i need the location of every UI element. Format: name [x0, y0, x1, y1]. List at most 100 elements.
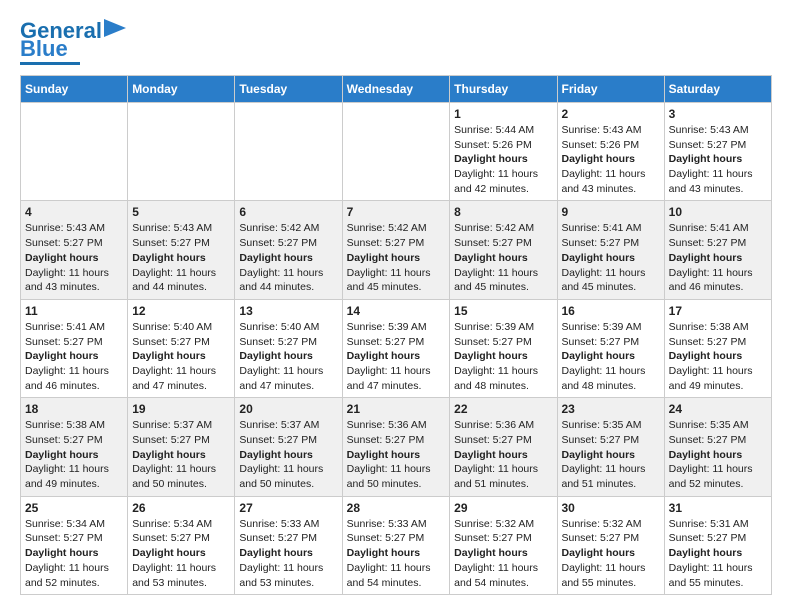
cell-info: Sunrise: 5:43 AMSunset: 5:27 PMDaylight … [25, 221, 123, 294]
day-number: 20 [239, 402, 337, 416]
day-number: 25 [25, 501, 123, 515]
cell-info: Sunrise: 5:41 AMSunset: 5:27 PMDaylight … [669, 221, 767, 294]
calendar-cell: 16 Sunrise: 5:39 AMSunset: 5:27 PMDayligh… [557, 299, 664, 397]
cell-info: Sunrise: 5:41 AMSunset: 5:27 PMDaylight … [25, 320, 123, 393]
day-number: 16 [562, 304, 660, 318]
cell-info: Sunrise: 5:42 AMSunset: 5:27 PMDaylight … [239, 221, 337, 294]
cell-info: Sunrise: 5:38 AMSunset: 5:27 PMDaylight … [25, 418, 123, 491]
calendar-week-1: 1Sunrise: 5:44 AMSunset: 5:26 PMDaylight… [21, 103, 772, 201]
day-number: 14 [347, 304, 446, 318]
calendar-cell: 6 Sunrise: 5:42 AMSunset: 5:27 PMDaylight… [235, 201, 342, 299]
day-number: 23 [562, 402, 660, 416]
calendar-cell: 26 Sunrise: 5:34 AMSunset: 5:27 PMDayligh… [128, 496, 235, 594]
calendar-cell: 18 Sunrise: 5:38 AMSunset: 5:27 PMDayligh… [21, 398, 128, 496]
calendar-cell: 2 Sunrise: 5:43 AMSunset: 5:26 PMDaylight… [557, 103, 664, 201]
day-header-saturday: Saturday [664, 76, 771, 103]
cell-info: Sunrise: 5:40 AMSunset: 5:27 PMDaylight … [239, 320, 337, 393]
day-header-monday: Monday [128, 76, 235, 103]
day-number: 5 [132, 205, 230, 219]
cell-info: Sunrise: 5:37 AMSunset: 5:27 PMDaylight … [239, 418, 337, 491]
day-number: 15 [454, 304, 552, 318]
calendar-cell: 15 Sunrise: 5:39 AMSunset: 5:27 PMDayligh… [450, 299, 557, 397]
cell-info: Sunrise: 5:43 AMSunset: 5:26 PMDaylight … [562, 123, 660, 196]
calendar-cell: 19 Sunrise: 5:37 AMSunset: 5:27 PMDayligh… [128, 398, 235, 496]
day-number: 28 [347, 501, 446, 515]
calendar-cell: 17Sunrise: 5:38 AMSunset: 5:27 PMDayligh… [664, 299, 771, 397]
calendar-cell: 11 Sunrise: 5:41 AMSunset: 5:27 PMDayligh… [21, 299, 128, 397]
day-number: 31 [669, 501, 767, 515]
day-number: 22 [454, 402, 552, 416]
day-number: 13 [239, 304, 337, 318]
day-number: 1 [454, 107, 552, 121]
page-header: General Blue [20, 20, 772, 65]
calendar-cell: 1Sunrise: 5:44 AMSunset: 5:26 PMDaylight… [450, 103, 557, 201]
day-number: 29 [454, 501, 552, 515]
calendar-cell: 4 Sunrise: 5:43 AMSunset: 5:27 PMDaylight… [21, 201, 128, 299]
calendar-cell: 13 Sunrise: 5:40 AMSunset: 5:27 PMDayligh… [235, 299, 342, 397]
cell-info: Sunrise: 5:34 AMSunset: 5:27 PMDaylight … [25, 517, 123, 590]
calendar-cell: 14 Sunrise: 5:39 AMSunset: 5:27 PMDayligh… [342, 299, 450, 397]
cell-info: Sunrise: 5:35 AMSunset: 5:27 PMDaylight … [562, 418, 660, 491]
calendar-cell [21, 103, 128, 201]
calendar-cell: 7 Sunrise: 5:42 AMSunset: 5:27 PMDaylight… [342, 201, 450, 299]
day-number: 11 [25, 304, 123, 318]
calendar-cell: 23 Sunrise: 5:35 AMSunset: 5:27 PMDayligh… [557, 398, 664, 496]
day-number: 18 [25, 402, 123, 416]
cell-info: Sunrise: 5:39 AMSunset: 5:27 PMDaylight … [347, 320, 446, 393]
calendar-cell: 10Sunrise: 5:41 AMSunset: 5:27 PMDayligh… [664, 201, 771, 299]
cell-info: Sunrise: 5:38 AMSunset: 5:27 PMDaylight … [669, 320, 767, 393]
logo-underline [20, 62, 80, 65]
cell-info: Sunrise: 5:36 AMSunset: 5:27 PMDaylight … [347, 418, 446, 491]
calendar-week-2: 4 Sunrise: 5:43 AMSunset: 5:27 PMDaylight… [21, 201, 772, 299]
calendar-cell: 31 Sunrise: 5:31 AMSunset: 5:27 PMDayligh… [664, 496, 771, 594]
cell-info: Sunrise: 5:31 AMSunset: 5:27 PMDaylight … [669, 517, 767, 590]
day-number: 26 [132, 501, 230, 515]
cell-info: Sunrise: 5:34 AMSunset: 5:27 PMDaylight … [132, 517, 230, 590]
day-number: 12 [132, 304, 230, 318]
cell-info: Sunrise: 5:33 AMSunset: 5:27 PMDaylight … [347, 517, 446, 590]
day-number: 6 [239, 205, 337, 219]
day-header-sunday: Sunday [21, 76, 128, 103]
cell-info: Sunrise: 5:43 AMSunset: 5:27 PMDaylight … [132, 221, 230, 294]
day-number: 9 [562, 205, 660, 219]
calendar-table: SundayMondayTuesdayWednesdayThursdayFrid… [20, 75, 772, 595]
calendar-week-4: 18 Sunrise: 5:38 AMSunset: 5:27 PMDayligh… [21, 398, 772, 496]
day-number: 30 [562, 501, 660, 515]
day-header-wednesday: Wednesday [342, 76, 450, 103]
logo: General Blue [20, 20, 126, 65]
calendar-cell: 9 Sunrise: 5:41 AMSunset: 5:27 PMDaylight… [557, 201, 664, 299]
day-number: 27 [239, 501, 337, 515]
day-number: 8 [454, 205, 552, 219]
day-header-friday: Friday [557, 76, 664, 103]
calendar-cell [128, 103, 235, 201]
cell-info: Sunrise: 5:39 AMSunset: 5:27 PMDaylight … [562, 320, 660, 393]
calendar-cell: 24 Sunrise: 5:35 AMSunset: 5:27 PMDayligh… [664, 398, 771, 496]
calendar-cell: 30 Sunrise: 5:32 AMSunset: 5:27 PMDayligh… [557, 496, 664, 594]
day-number: 24 [669, 402, 767, 416]
cell-info: Sunrise: 5:37 AMSunset: 5:27 PMDaylight … [132, 418, 230, 491]
calendar-cell: 22 Sunrise: 5:36 AMSunset: 5:27 PMDayligh… [450, 398, 557, 496]
day-number: 4 [25, 205, 123, 219]
calendar-cell: 20 Sunrise: 5:37 AMSunset: 5:27 PMDayligh… [235, 398, 342, 496]
day-number: 2 [562, 107, 660, 121]
calendar-cell: 27 Sunrise: 5:33 AMSunset: 5:27 PMDayligh… [235, 496, 342, 594]
cell-info: Sunrise: 5:36 AMSunset: 5:27 PMDaylight … [454, 418, 552, 491]
calendar-cell: 21 Sunrise: 5:36 AMSunset: 5:27 PMDayligh… [342, 398, 450, 496]
calendar-cell: 25 Sunrise: 5:34 AMSunset: 5:27 PMDayligh… [21, 496, 128, 594]
day-number: 21 [347, 402, 446, 416]
day-number: 19 [132, 402, 230, 416]
cell-info: Sunrise: 5:42 AMSunset: 5:27 PMDaylight … [347, 221, 446, 294]
cell-info: Sunrise: 5:39 AMSunset: 5:27 PMDaylight … [454, 320, 552, 393]
cell-info: Sunrise: 5:33 AMSunset: 5:27 PMDaylight … [239, 517, 337, 590]
calendar-cell [342, 103, 450, 201]
calendar-cell: 29Sunrise: 5:32 AMSunset: 5:27 PMDayligh… [450, 496, 557, 594]
day-number: 7 [347, 205, 446, 219]
cell-info: Sunrise: 5:41 AMSunset: 5:27 PMDaylight … [562, 221, 660, 294]
cell-info: Sunrise: 5:32 AMSunset: 5:27 PMDaylight … [562, 517, 660, 590]
calendar-cell: 3Sunrise: 5:43 AMSunset: 5:27 PMDaylight… [664, 103, 771, 201]
cell-info: Sunrise: 5:35 AMSunset: 5:27 PMDaylight … [669, 418, 767, 491]
logo-blue-text: Blue [20, 38, 68, 60]
calendar-week-5: 25 Sunrise: 5:34 AMSunset: 5:27 PMDayligh… [21, 496, 772, 594]
cell-info: Sunrise: 5:42 AMSunset: 5:27 PMDaylight … [454, 221, 552, 294]
day-header-tuesday: Tuesday [235, 76, 342, 103]
